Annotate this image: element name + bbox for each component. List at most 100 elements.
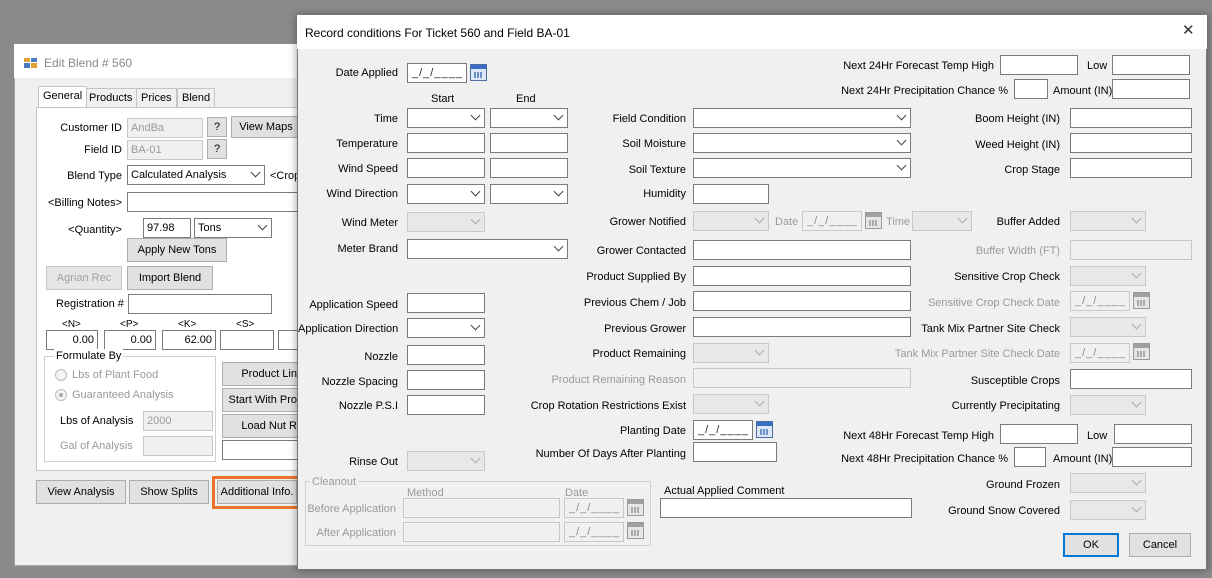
next48-temp-high-field[interactable] [1000, 424, 1078, 444]
tab-prices[interactable]: Prices [136, 88, 177, 108]
crop-rotation-label: Crop Rotation Restrictions Exist [530, 400, 686, 412]
show-splits-button[interactable]: Show Splits [129, 480, 209, 504]
temperature-start-field[interactable] [407, 133, 485, 153]
ok-button[interactable]: OK [1063, 533, 1119, 557]
ground-snow-covered-select[interactable] [1070, 500, 1146, 520]
actual-applied-comment-field[interactable] [660, 498, 912, 518]
nozzle-spacing-field[interactable] [407, 370, 485, 390]
product-supplied-by-field[interactable] [693, 266, 911, 286]
tank-mix-check-select[interactable] [1070, 317, 1146, 337]
next48-amount-field[interactable] [1112, 447, 1192, 467]
date-applied-calendar-icon[interactable] [470, 64, 487, 81]
sensitive-crop-check-select[interactable] [1070, 266, 1146, 286]
guaranteed-analysis-radio[interactable] [55, 389, 67, 401]
tab-blend[interactable]: Blend [177, 88, 216, 108]
view-maps-button[interactable]: View Maps [231, 116, 301, 138]
susceptible-crops-label: Susceptible Crops [970, 375, 1060, 387]
crop-stage-field[interactable] [1070, 158, 1192, 178]
meter-brand-select[interactable] [407, 239, 568, 259]
rinse-out-select[interactable] [407, 451, 485, 471]
next24-temp-high-field[interactable] [1000, 55, 1078, 75]
grower-notified-select[interactable] [693, 211, 769, 231]
registration-label: Registration # [56, 298, 124, 310]
load-nut-r-button[interactable]: Load Nut R [222, 414, 302, 438]
start-with-pro-button[interactable]: Start With Pro [222, 388, 302, 412]
field-lookup-button[interactable]: ? [207, 139, 227, 159]
soil-moisture-label: Soil Moisture [622, 138, 686, 150]
nozzle-psi-field[interactable] [407, 395, 485, 415]
wind-speed-start-field[interactable] [407, 158, 485, 178]
crop-rotation-select[interactable] [693, 394, 769, 414]
lbs-plant-food-radio[interactable] [55, 369, 67, 381]
application-direction-label: Application Direction [298, 323, 399, 335]
next24-amount-field[interactable] [1112, 79, 1190, 99]
apply-new-tons-button[interactable]: Apply New Tons [127, 238, 227, 262]
time-start-select[interactable] [407, 108, 485, 128]
import-blend-button[interactable]: Import Blend [127, 266, 213, 290]
humidity-field[interactable] [693, 184, 769, 204]
currently-precipitating-select[interactable] [1070, 395, 1146, 415]
wind-direction-start-select[interactable] [407, 184, 485, 204]
nutrient-k-field[interactable]: 62.00 [162, 330, 216, 350]
buffer-added-select[interactable] [1070, 211, 1146, 231]
application-speed-field[interactable] [407, 293, 485, 313]
close-icon[interactable]: ✕ [1182, 23, 1195, 38]
wind-direction-end-select[interactable] [490, 184, 568, 204]
actual-applied-comment-label: Actual Applied Comment [664, 485, 785, 497]
temperature-end-field[interactable] [490, 133, 568, 153]
days-after-planting-field[interactable] [693, 442, 777, 462]
ground-frozen-select[interactable] [1070, 473, 1146, 493]
next48-low-label: Low [1087, 430, 1108, 442]
cleanout-label: Cleanout [310, 475, 359, 489]
nozzle-field[interactable] [407, 345, 485, 365]
previous-grower-field[interactable] [693, 317, 911, 337]
additional-info-button[interactable]: Additional Info. [217, 480, 297, 504]
product-lin-button[interactable]: Product Lin [222, 362, 302, 386]
susceptible-crops-field[interactable] [1070, 369, 1192, 389]
nutrient-s-field[interactable] [220, 330, 274, 350]
agrian-rec-button[interactable]: Agrian Rec [46, 266, 122, 290]
planting-date-calendar-icon[interactable] [756, 421, 773, 438]
quantity-field[interactable]: 97.98 [143, 218, 191, 238]
view-analysis-button[interactable]: View Analysis [36, 480, 126, 504]
nutrient-extra-field[interactable] [278, 330, 298, 350]
billing-notes-field[interactable] [127, 192, 301, 212]
buffer-added-label: Buffer Added [996, 216, 1060, 228]
nutrient-p-field[interactable]: 0.00 [104, 330, 156, 350]
edit-blend-title: Edit Blend # 560 [44, 56, 133, 70]
soil-moisture-select[interactable] [693, 133, 911, 153]
field-condition-select[interactable] [693, 108, 911, 128]
date-applied-field[interactable]: _/_/____ [407, 63, 467, 83]
next24-low-label: Low [1087, 60, 1108, 72]
buffer-width-field [1070, 240, 1192, 260]
previous-chem-job-field[interactable] [693, 291, 911, 311]
wind-meter-select[interactable] [407, 212, 485, 232]
grower-notified-date-label: Date [775, 216, 799, 228]
time-end-select[interactable] [490, 108, 568, 128]
grower-contacted-field[interactable] [693, 240, 911, 260]
dialog-title-bar: Record conditions For Ticket 560 and Fie… [297, 15, 1207, 49]
next24-precip-label: Next 24Hr Precipitation Chance % [841, 85, 1008, 97]
planting-date-field[interactable]: _/_/____ [693, 420, 753, 440]
blend-type-select[interactable]: Calculated Analysis [127, 165, 265, 185]
application-direction-select[interactable] [407, 318, 485, 338]
product-remaining-select[interactable] [693, 343, 769, 363]
nutrient-n-field[interactable]: 0.00 [46, 330, 98, 350]
weed-height-field[interactable] [1070, 133, 1192, 153]
chevron-down-icon [896, 110, 907, 121]
cancel-button[interactable]: Cancel [1129, 533, 1191, 557]
next24-low-field[interactable] [1112, 55, 1190, 75]
next48-low-field[interactable] [1114, 424, 1192, 444]
boom-height-field[interactable] [1070, 108, 1192, 128]
customer-lookup-button[interactable]: ? [207, 117, 227, 137]
next24-precip-field[interactable] [1014, 79, 1048, 99]
registration-field[interactable] [128, 294, 272, 314]
next24-amount-label: Amount (IN) [1053, 85, 1113, 97]
tab-products[interactable]: Products [84, 88, 138, 108]
soil-texture-select[interactable] [693, 158, 911, 178]
wind-speed-end-field[interactable] [490, 158, 568, 178]
tab-general-active[interactable]: General [38, 86, 88, 108]
unit-select[interactable]: Tons [194, 218, 272, 238]
next48-precip-field[interactable] [1014, 447, 1046, 467]
back-extra-field[interactable] [222, 440, 302, 460]
